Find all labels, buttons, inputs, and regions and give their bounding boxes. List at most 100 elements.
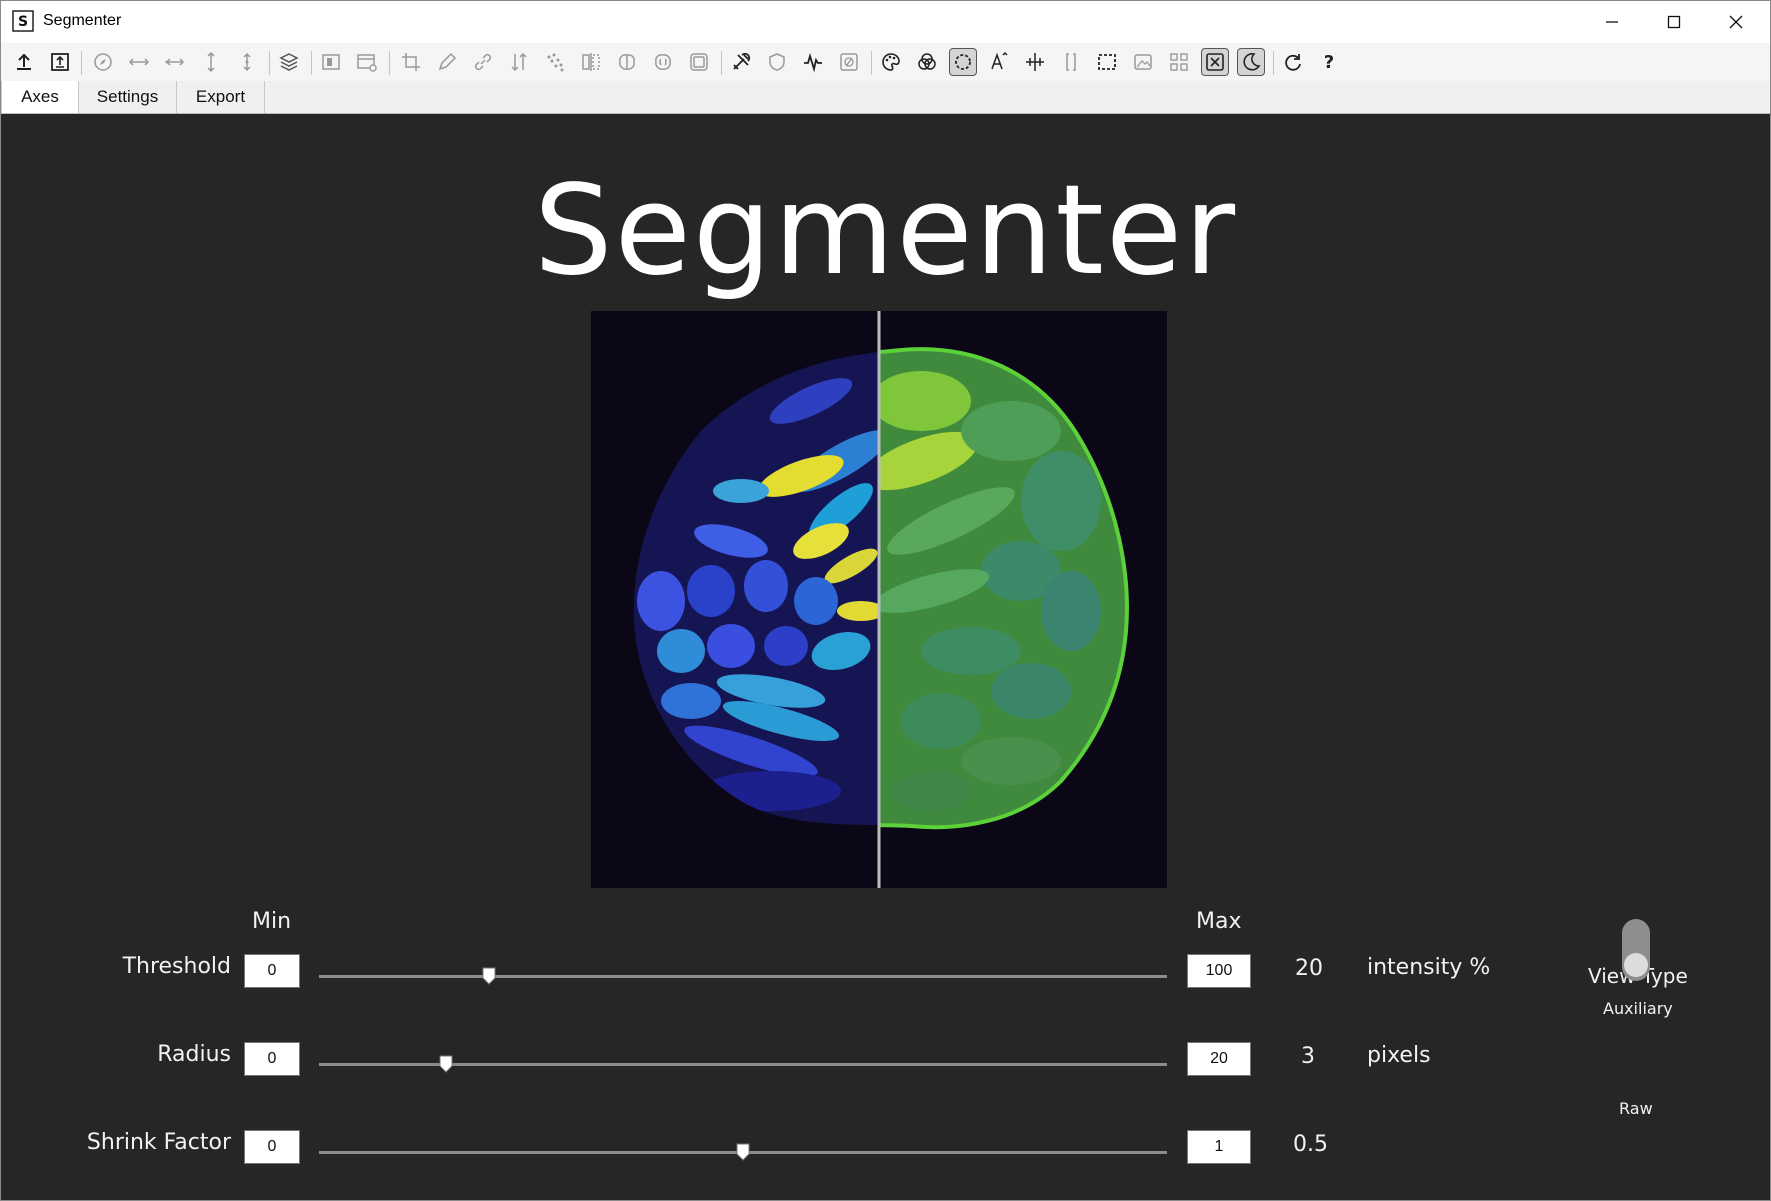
mask-button[interactable] <box>317 48 345 76</box>
upload-box-button[interactable] <box>46 48 74 76</box>
main-panel: Segmenter Min Max Threshold 0 100 20 int… <box>1 114 1770 1200</box>
shield-button[interactable] <box>763 48 791 76</box>
brain-icon <box>619 54 635 70</box>
rect-select-button[interactable] <box>1093 48 1121 76</box>
vertical-expand-icon <box>243 52 251 72</box>
segmenter-window: S Segmenter ? Axes Settings Export Segme… <box>0 0 1771 1201</box>
frame-icon <box>690 53 708 71</box>
toolbar-separator <box>721 51 722 75</box>
radius-unit: pixels <box>1367 1043 1431 1068</box>
font-size-button[interactable] <box>985 48 1013 76</box>
shield-icon <box>769 53 785 71</box>
circle-select-icon <box>955 54 971 70</box>
waveform-button[interactable] <box>799 48 827 76</box>
crop-button[interactable] <box>397 48 425 76</box>
toolbar-separator <box>269 51 270 75</box>
dark-mode-icon <box>1243 53 1261 71</box>
dark-mode-button[interactable] <box>1237 48 1265 76</box>
threshold-max-field[interactable]: 100 <box>1187 954 1251 988</box>
shrink-factor-value: 0.5 <box>1293 1132 1328 1157</box>
tab-axes[interactable]: Axes <box>1 81 79 113</box>
bracket-button[interactable] <box>1057 48 1085 76</box>
refresh-button[interactable] <box>1279 48 1307 76</box>
toolbar-separator <box>311 51 312 75</box>
grid-icon <box>1170 53 1188 71</box>
brain-button[interactable] <box>613 48 641 76</box>
sort-button[interactable] <box>505 48 533 76</box>
window-settings-button[interactable] <box>353 48 381 76</box>
refresh-icon <box>1285 54 1301 71</box>
tools-icon <box>733 52 751 70</box>
tools-button[interactable] <box>727 48 755 76</box>
segmentation-image[interactable] <box>591 311 1167 888</box>
toolbar-separator <box>871 51 872 75</box>
percent-box-button[interactable] <box>835 48 863 76</box>
horizontal-compress-button[interactable] <box>125 48 153 76</box>
link-button[interactable] <box>469 48 497 76</box>
font-size-icon <box>991 51 1008 70</box>
help-button[interactable]: ? <box>1315 48 1343 76</box>
tab-export[interactable]: Export <box>177 81 265 113</box>
toolbar: ? <box>1 43 1770 82</box>
close-box-button[interactable] <box>1201 48 1229 76</box>
horizontal-compress-icon <box>128 58 150 66</box>
bracket-icon <box>1066 53 1076 71</box>
app-heading: Segmenter <box>533 159 1238 303</box>
palette-button[interactable] <box>877 48 905 76</box>
layers-icon <box>279 53 299 71</box>
image-button[interactable] <box>1129 48 1157 76</box>
min-header: Min <box>252 909 292 934</box>
view-type-toggle-knob[interactable] <box>1624 953 1648 977</box>
toolbar-separator <box>81 51 82 75</box>
upload-button[interactable] <box>10 48 38 76</box>
flip-icon <box>582 53 600 71</box>
shrink-factor-slider-thumb[interactable] <box>736 1143 750 1161</box>
vertical-expand-button[interactable] <box>233 48 261 76</box>
view-type-toggle[interactable] <box>1622 919 1650 981</box>
shrink-factor-slider[interactable] <box>319 1143 1167 1161</box>
scatter-button[interactable] <box>541 48 569 76</box>
threshold-slider-thumb[interactable] <box>482 967 496 985</box>
radius-label: Radius <box>157 1042 231 1067</box>
upload-box-icon <box>51 53 69 71</box>
frame-button[interactable] <box>685 48 713 76</box>
window-settings-icon <box>357 54 377 72</box>
maximize-button[interactable] <box>1643 1 1705 43</box>
percent-box-icon <box>840 53 858 71</box>
threshold-slider[interactable] <box>319 967 1167 985</box>
radius-min-field[interactable]: 0 <box>244 1042 300 1076</box>
color-channels-button[interactable] <box>913 48 941 76</box>
close-icon <box>1729 15 1743 29</box>
pen-icon <box>438 52 457 71</box>
vertical-compress-button[interactable] <box>197 48 225 76</box>
flip-button[interactable] <box>577 48 605 76</box>
max-header: Max <box>1196 909 1242 934</box>
crosshair-icon <box>1026 53 1044 71</box>
threshold-label: Threshold <box>122 954 231 979</box>
shrink-factor-label: Shrink Factor <box>86 1130 231 1155</box>
radius-value: 3 <box>1301 1044 1315 1069</box>
radius-max-field[interactable]: 20 <box>1187 1042 1251 1076</box>
horizontal-expand-button[interactable] <box>161 48 189 76</box>
tab-settings[interactable]: Settings <box>79 81 177 113</box>
tab-bar: Axes Settings Export <box>1 81 1770 114</box>
crosshair-button[interactable] <box>1021 48 1049 76</box>
shrink-factor-min-field[interactable]: 0 <box>244 1130 300 1164</box>
circle-select-button[interactable] <box>949 48 977 76</box>
upload-icon <box>17 53 31 70</box>
shrink-factor-max-field[interactable]: 1 <box>1187 1130 1251 1164</box>
threshold-min-field[interactable]: 0 <box>244 954 300 988</box>
close-box-icon <box>1206 53 1224 71</box>
radius-slider[interactable] <box>319 1055 1167 1073</box>
pen-button[interactable] <box>433 48 461 76</box>
grid-button[interactable] <box>1165 48 1193 76</box>
mask-icon <box>322 54 340 70</box>
radius-slider-thumb[interactable] <box>439 1055 453 1073</box>
close-button[interactable] <box>1705 1 1767 43</box>
compass-button[interactable] <box>89 48 117 76</box>
help-icon: ? <box>1323 51 1335 73</box>
brain-outline-button[interactable] <box>649 48 677 76</box>
waveform-icon <box>804 52 822 73</box>
layers-button[interactable] <box>275 48 303 76</box>
minimize-button[interactable] <box>1581 1 1643 43</box>
